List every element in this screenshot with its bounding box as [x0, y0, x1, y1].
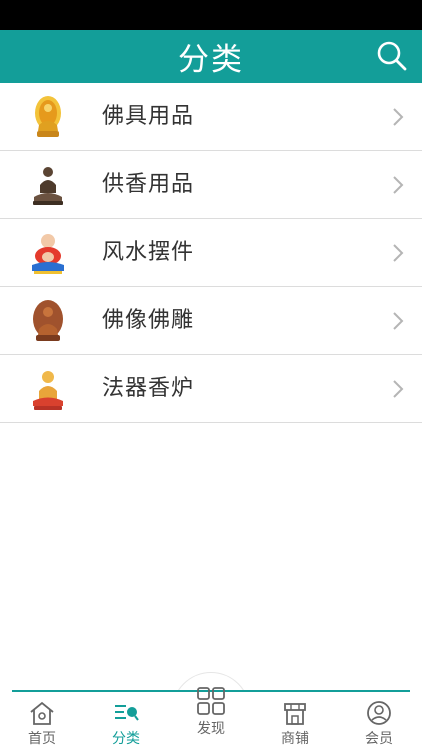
tab-store[interactable]: 商铺 [253, 696, 337, 750]
tab-label: 会员 [365, 731, 393, 747]
tab-label: 发现 [197, 721, 225, 737]
seated-buddha-figurine [33, 371, 63, 410]
category-label: 法器香炉 [102, 376, 195, 401]
chevron-right-icon [393, 176, 404, 194]
gold-buddha-figurine [35, 96, 61, 137]
chevron-right-icon [393, 244, 404, 262]
search-icon[interactable] [376, 40, 408, 72]
carved-buddha-figurine [33, 300, 63, 341]
tab-home[interactable]: 首页 [0, 696, 84, 750]
user-icon [367, 701, 391, 725]
store-icon [284, 703, 306, 725]
tab-label: 商铺 [281, 731, 309, 747]
home-icon [30, 701, 54, 725]
chevron-right-icon [393, 312, 404, 330]
category-label: 供香用品 [102, 172, 195, 197]
category-label: 佛具用品 [102, 104, 195, 129]
category-item[interactable]: 佛像佛雕 [0, 287, 422, 355]
category-label: 风水摆件 [102, 240, 195, 265]
page-title: 分类 [178, 42, 244, 78]
chevron-right-icon [393, 108, 404, 126]
tab-label: 分类 [112, 731, 140, 747]
tab-member[interactable]: 会员 [337, 696, 421, 750]
tab-label: 首页 [28, 731, 56, 747]
status-bar [0, 0, 422, 30]
tab-discover[interactable]: 发现 [169, 684, 253, 748]
app-header: 分类 [0, 30, 422, 83]
tab-category[interactable]: 分类 [84, 696, 168, 750]
bronze-buddha-figurine [33, 167, 63, 205]
chevron-right-icon [393, 380, 404, 398]
category-item[interactable]: 佛具用品 [0, 83, 422, 151]
category-label: 佛像佛雕 [102, 308, 195, 333]
category-item[interactable]: 供香用品 [0, 151, 422, 219]
category-item[interactable]: 法器香炉 [0, 355, 422, 423]
laughing-buddha-figurine [32, 234, 64, 274]
category-item[interactable]: 风水摆件 [0, 219, 422, 287]
category-list: 佛具用品 供香用品 风水摆件 佛像佛雕 法器香炉 [0, 83, 422, 423]
grid-icon [197, 687, 225, 715]
category-icon [115, 705, 139, 721]
